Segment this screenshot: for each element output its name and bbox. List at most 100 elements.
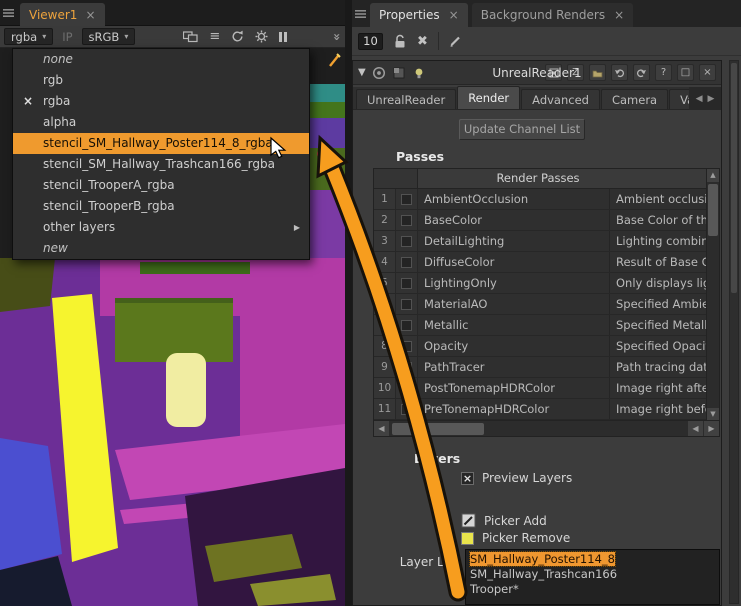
row-number: 5: [374, 273, 396, 293]
layer-list[interactable]: SM_Hallway_Poster114_8 SM_Hallway_Trashc…: [465, 549, 720, 605]
scroll-up-icon[interactable]: ▲: [707, 169, 719, 182]
pause-icon[interactable]: [279, 32, 287, 42]
pass-name[interactable]: PreTonemapHDRColor: [418, 399, 610, 419]
pass-name[interactable]: AmbientOcclusion: [418, 189, 610, 209]
menu-item-rgba[interactable]: × rgba: [13, 91, 309, 112]
pass-name[interactable]: DetailLighting: [418, 231, 610, 251]
gear-icon[interactable]: [255, 30, 268, 43]
scroll-right-icon[interactable]: ▶: [704, 421, 719, 436]
node-title: UnrealReader1: [492, 61, 581, 85]
menu-item-stencil-trashcan[interactable]: stencil_SM_Hallway_Trashcan166_rgba: [13, 154, 309, 175]
viewer-layout-icon[interactable]: ≡: [209, 31, 220, 43]
pass-checkbox[interactable]: [396, 378, 418, 398]
pass-checkbox[interactable]: [396, 357, 418, 377]
menu-item-none[interactable]: none: [13, 49, 309, 70]
menu-item-stencil-troopera[interactable]: stencil_TrooperA_rgba: [13, 175, 309, 196]
menu-item-stencil-poster[interactable]: stencil_SM_Hallway_Poster114_8_rgba: [13, 133, 309, 154]
tab-scroll-left-icon[interactable]: ◀: [696, 94, 703, 104]
input-process-toggle[interactable]: IP: [59, 30, 75, 44]
pass-name[interactable]: PathTracer: [418, 357, 610, 377]
pass-checkbox[interactable]: [396, 252, 418, 272]
update-channel-list-button[interactable]: Update Channel List: [459, 119, 585, 140]
tab-scroll-right-icon[interactable]: ▶: [708, 94, 715, 104]
pass-name[interactable]: LightingOnly: [418, 273, 610, 293]
picker-add-icon[interactable]: [461, 513, 476, 528]
table-header: Render Passes: [374, 169, 707, 189]
close-all-panels-icon[interactable]: ✖: [417, 34, 428, 49]
scrollbar-thumb[interactable]: [731, 63, 737, 293]
toolbar-divider: [438, 32, 439, 50]
refresh-icon[interactable]: [231, 30, 244, 43]
help-icon[interactable]: ?: [655, 64, 672, 81]
current-channel-mark-icon: ×: [23, 91, 33, 112]
pass-checkbox[interactable]: [396, 315, 418, 335]
close-icon[interactable]: ×: [85, 8, 95, 22]
tab-viewer1-label: Viewer1: [29, 8, 77, 22]
tab-properties[interactable]: Properties ×: [370, 3, 468, 27]
pass-name[interactable]: BaseColor: [418, 210, 610, 230]
properties-pane: Properties × Background Renders × ✖ ▼: [352, 0, 741, 606]
pass-checkbox[interactable]: [396, 336, 418, 356]
pass-checkbox[interactable]: [396, 189, 418, 209]
table-horizontal-scrollbar[interactable]: ◀ ◀ ▶: [374, 420, 719, 436]
pass-checkbox[interactable]: [396, 399, 418, 419]
table-vertical-scrollbar[interactable]: ▲ ▼: [706, 169, 719, 421]
tab-advanced[interactable]: Advanced: [521, 89, 600, 109]
bulb-icon[interactable]: [412, 66, 426, 80]
layer-list-item[interactable]: SM_Hallway_Trashcan166: [470, 567, 715, 582]
chevron-down-icon: ▾: [42, 32, 46, 41]
pass-name[interactable]: Opacity: [418, 336, 610, 356]
scrollbar-thumb[interactable]: [392, 423, 484, 435]
collapse-toolbar-icon[interactable]: »: [330, 33, 344, 41]
monitor-out-icon[interactable]: [183, 31, 198, 43]
menu-item-rgb[interactable]: rgb: [13, 70, 309, 91]
viewer-colorspace-select[interactable]: sRGB ▾: [82, 28, 136, 45]
node-panel-unrealreader1: ▼ UnrealReader1 Z: [352, 60, 722, 606]
menu-item-other-layers[interactable]: other layers ▶: [13, 217, 309, 238]
scroll-left-icon[interactable]: ◀: [688, 421, 703, 436]
undo-icon[interactable]: [611, 64, 628, 81]
layer-list-item[interactable]: SM_Hallway_Poster114_8: [470, 552, 715, 567]
pass-description: Image right after th: [610, 378, 707, 398]
close-panel-icon[interactable]: ×: [699, 64, 716, 81]
tab-background-renders[interactable]: Background Renders ×: [472, 3, 633, 27]
pass-name[interactable]: Metallic: [418, 315, 610, 335]
redo-icon[interactable]: [633, 64, 650, 81]
tab-render[interactable]: Render: [457, 86, 520, 109]
pass-checkbox[interactable]: [396, 210, 418, 230]
max-panels-input[interactable]: [358, 33, 383, 50]
properties-scrollbar[interactable]: [729, 60, 739, 604]
tab-viewer1[interactable]: Viewer1 ×: [20, 3, 105, 26]
picker-remove-icon[interactable]: [461, 532, 474, 545]
folder-icon[interactable]: [589, 64, 606, 81]
node-indicator-icon[interactable]: [372, 66, 386, 80]
collapse-panel-icon[interactable]: ▼: [358, 67, 366, 78]
pass-description: Path tracing data as: [610, 357, 707, 377]
tab-scroll-buttons: ◀ ▶: [689, 87, 721, 110]
pass-name[interactable]: DiffuseColor: [418, 252, 610, 272]
pass-checkbox[interactable]: [396, 294, 418, 314]
node-color-icon[interactable]: [392, 66, 406, 80]
pass-name[interactable]: MaterialAO: [418, 294, 610, 314]
scrollbar-thumb[interactable]: [708, 184, 718, 236]
close-icon[interactable]: ×: [614, 8, 624, 22]
pass-checkbox[interactable]: [396, 231, 418, 251]
channel-select[interactable]: rgba ▾: [4, 28, 53, 45]
menu-item-stencil-trooperb[interactable]: stencil_TrooperB_rgba: [13, 196, 309, 217]
tab-unrealreader[interactable]: UnrealReader: [356, 89, 456, 109]
pass-checkbox[interactable]: [396, 273, 418, 293]
tab-camera[interactable]: Camera: [601, 89, 668, 109]
pane-menu-icon[interactable]: [3, 8, 15, 18]
layer-list-item[interactable]: Trooper*: [470, 582, 715, 597]
wand-icon[interactable]: [328, 52, 342, 68]
float-panel-icon[interactable]: □: [677, 64, 694, 81]
scroll-left-icon[interactable]: ◀: [374, 421, 389, 436]
lock-panels-icon[interactable]: [393, 34, 407, 49]
pane-menu-icon[interactable]: [355, 9, 367, 19]
menu-item-new[interactable]: new: [13, 238, 309, 259]
edit-pencil-icon[interactable]: [449, 34, 463, 48]
pass-name[interactable]: PostTonemapHDRColor: [418, 378, 610, 398]
close-icon[interactable]: ×: [449, 8, 459, 22]
preview-layers-checkbox[interactable]: ×: [461, 472, 474, 485]
menu-item-alpha[interactable]: alpha: [13, 112, 309, 133]
